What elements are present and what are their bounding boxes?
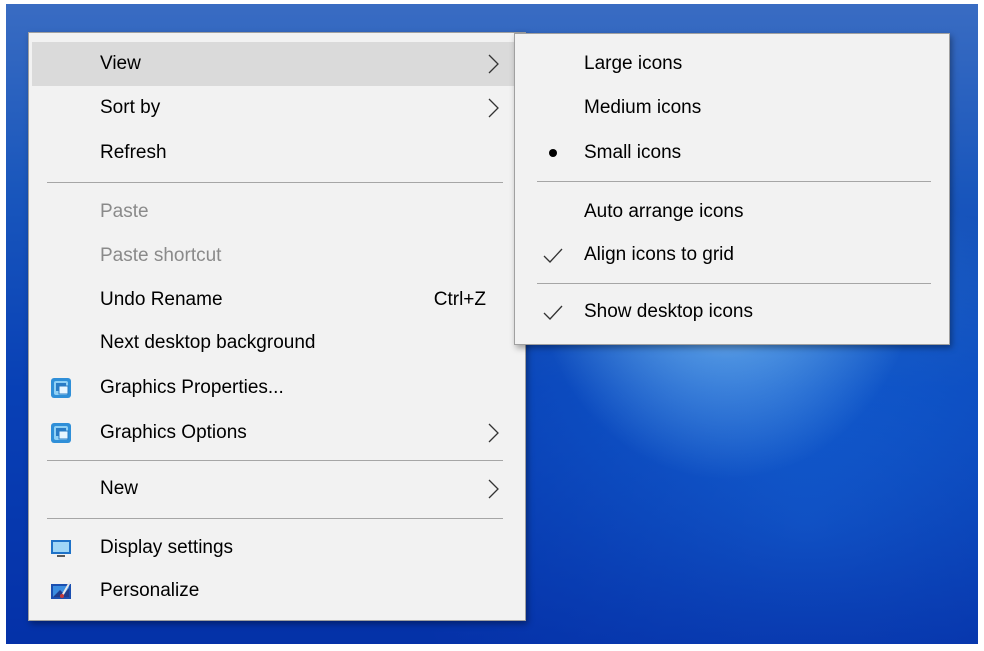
menu-item-label: Small icons xyxy=(584,142,682,163)
menu-item-paste-shortcut[interactable]: Paste shortcut xyxy=(32,234,522,278)
view-submenu: Large icons Medium icons Small icons Aut… xyxy=(514,33,950,345)
menu-item-label: Large icons xyxy=(584,53,683,74)
menu-item-graphics-properties[interactable]: Graphics Properties... xyxy=(32,366,522,410)
chevron-right-icon xyxy=(488,54,499,74)
menu-item-refresh[interactable]: Refresh xyxy=(32,131,522,175)
menu-item-label: Undo Rename xyxy=(100,289,223,310)
menu-item-label: New xyxy=(100,478,139,499)
graphics-icon xyxy=(51,423,71,443)
menu-separator xyxy=(47,182,503,183)
menu-item-label: Show desktop icons xyxy=(584,301,753,322)
graphics-icon xyxy=(51,378,71,398)
menu-separator xyxy=(537,181,931,182)
menu-item-label: Medium icons xyxy=(584,97,702,118)
display-icon xyxy=(51,540,71,557)
bullet-icon xyxy=(549,149,557,157)
menu-item-label: Graphics Properties... xyxy=(100,377,284,398)
menu-item-label: Auto arrange icons xyxy=(584,201,744,222)
menu-item-graphics-options[interactable]: Graphics Options xyxy=(32,411,522,455)
menu-item-small-icons[interactable]: Small icons xyxy=(518,131,946,175)
menu-item-label: Paste shortcut xyxy=(100,245,222,266)
menu-item-label: Next desktop background xyxy=(100,332,316,353)
menu-item-label: Graphics Options xyxy=(100,422,247,443)
menu-item-show-desktop-icons[interactable]: Show desktop icons xyxy=(518,290,946,334)
desktop-context-menu: View Sort by Refresh Paste Paste shortcu… xyxy=(28,32,526,621)
menu-separator xyxy=(47,460,503,461)
menu-item-undo-rename[interactable]: Undo Rename Ctrl+Z xyxy=(32,278,522,322)
menu-item-medium-icons[interactable]: Medium icons xyxy=(518,86,946,130)
chevron-right-icon xyxy=(488,423,499,443)
menu-item-label: Sort by xyxy=(100,97,161,118)
menu-separator xyxy=(47,518,503,519)
menu-item-personalize[interactable]: Personalize xyxy=(32,569,522,613)
menu-item-view[interactable]: View xyxy=(32,42,522,86)
personalize-icon xyxy=(51,581,71,599)
menu-item-auto-arrange-icons[interactable]: Auto arrange icons xyxy=(518,190,946,234)
menu-item-label: Refresh xyxy=(100,142,167,163)
shortcut-text: Ctrl+Z xyxy=(433,289,486,310)
menu-item-display-settings[interactable]: Display settings xyxy=(32,526,522,570)
checkmark-icon xyxy=(543,248,563,263)
menu-item-label: Paste xyxy=(100,201,149,222)
menu-item-sort-by[interactable]: Sort by xyxy=(32,86,522,130)
menu-item-align-icons-to-grid[interactable]: Align icons to grid xyxy=(518,233,946,277)
menu-item-paste[interactable]: Paste xyxy=(32,190,522,234)
menu-item-label: View xyxy=(100,53,141,74)
chevron-right-icon xyxy=(488,479,499,499)
menu-item-new[interactable]: New xyxy=(32,467,522,511)
menu-separator xyxy=(537,283,931,284)
checkmark-icon xyxy=(543,305,563,320)
menu-item-next-desktop-background[interactable]: Next desktop background xyxy=(32,321,522,365)
menu-item-label: Personalize xyxy=(100,580,200,601)
menu-item-label: Display settings xyxy=(100,537,234,558)
menu-item-large-icons[interactable]: Large icons xyxy=(518,42,946,86)
menu-item-label: Align icons to grid xyxy=(584,244,734,265)
chevron-right-icon xyxy=(488,98,499,118)
